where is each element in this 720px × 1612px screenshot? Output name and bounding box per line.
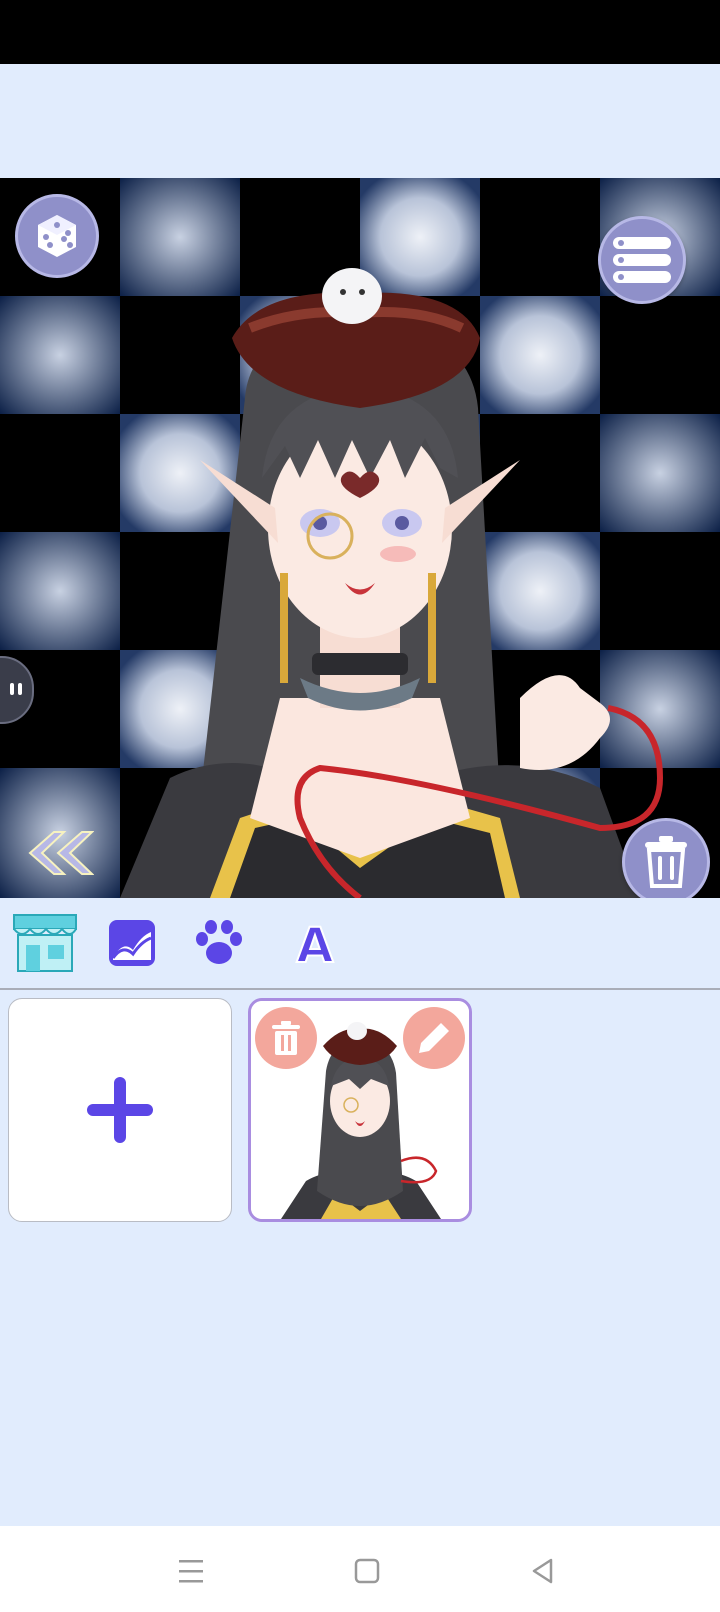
recents-icon — [179, 1560, 203, 1583]
paw-icon — [196, 920, 242, 964]
home-button[interactable] — [342, 1546, 392, 1596]
tab-shop[interactable] — [10, 910, 80, 976]
delete-saved-button[interactable] — [255, 1007, 317, 1069]
home-icon — [354, 1558, 380, 1584]
randomize-button[interactable] — [15, 194, 99, 278]
system-navigation-bar — [0, 1526, 720, 1612]
collapse-panel-button[interactable] — [24, 828, 95, 878]
tab-pets[interactable] — [184, 910, 254, 976]
svg-text:A: A — [296, 918, 333, 968]
side-drawer-handle[interactable] — [0, 656, 34, 724]
recents-button[interactable] — [166, 1546, 216, 1596]
pause-dots-icon — [10, 683, 22, 695]
double-chevron-left-icon — [28, 831, 95, 875]
menu-button[interactable] — [598, 216, 686, 304]
dice-icon — [38, 215, 76, 257]
saved-character-card[interactable] — [248, 998, 472, 1222]
status-bar — [0, 0, 720, 64]
edit-saved-button[interactable] — [403, 1007, 465, 1069]
list-menu-icon — [613, 237, 671, 283]
landscape-image-icon — [109, 920, 155, 966]
pencil-icon — [419, 1023, 449, 1053]
tab-background[interactable] — [97, 910, 167, 976]
tab-text[interactable]: A — [280, 910, 350, 976]
shop-icon — [13, 914, 77, 972]
top-area — [0, 64, 720, 178]
back-icon — [532, 1558, 553, 1584]
letter-a-icon: A — [295, 918, 334, 968]
plus-icon — [87, 1077, 153, 1143]
saved-characters-gallery — [0, 990, 720, 1526]
category-tabs: A — [0, 898, 720, 990]
back-button[interactable] — [518, 1546, 568, 1596]
trash-icon — [645, 836, 687, 888]
trash-icon — [272, 1021, 300, 1055]
character-canvas — [0, 178, 720, 898]
delete-button[interactable] — [622, 818, 710, 898]
add-character-button[interactable] — [8, 998, 232, 1222]
